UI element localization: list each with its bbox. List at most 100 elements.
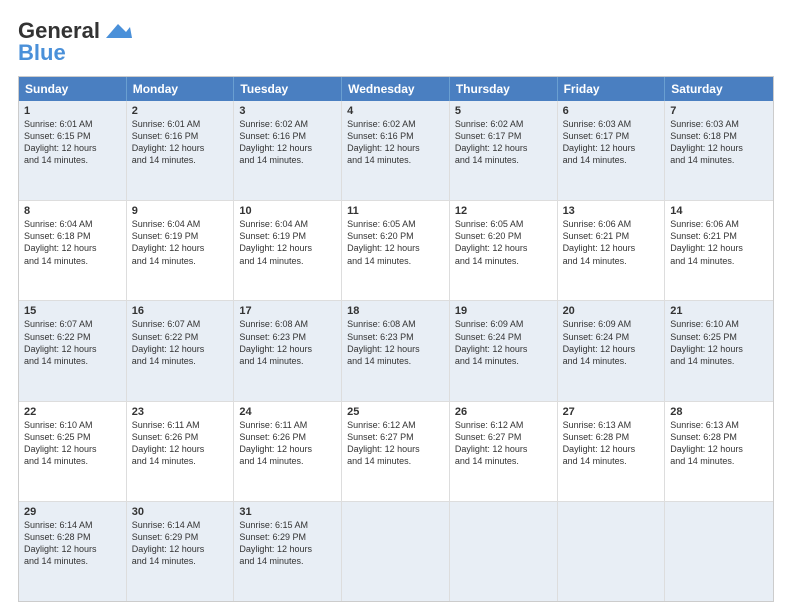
cell-details: Sunrise: 6:13 AMSunset: 6:28 PMDaylight:… — [670, 419, 768, 468]
cal-header-saturday: Saturday — [665, 77, 773, 101]
day-number: 23 — [132, 406, 229, 418]
logo: General Blue — [18, 18, 134, 66]
cal-cell-1-1: 9Sunrise: 6:04 AMSunset: 6:19 PMDaylight… — [127, 201, 235, 300]
cal-header-friday: Friday — [558, 77, 666, 101]
cal-cell-0-1: 2Sunrise: 6:01 AMSunset: 6:16 PMDaylight… — [127, 101, 235, 200]
day-number: 30 — [132, 506, 229, 518]
cal-cell-1-4: 12Sunrise: 6:05 AMSunset: 6:20 PMDayligh… — [450, 201, 558, 300]
day-number: 18 — [347, 305, 444, 317]
logo-text-blue: Blue — [18, 40, 66, 66]
cell-details: Sunrise: 6:11 AMSunset: 6:26 PMDaylight:… — [239, 419, 336, 468]
cal-cell-0-6: 7Sunrise: 6:03 AMSunset: 6:18 PMDaylight… — [665, 101, 773, 200]
cal-cell-3-3: 25Sunrise: 6:12 AMSunset: 6:27 PMDayligh… — [342, 402, 450, 501]
cell-details: Sunrise: 6:06 AMSunset: 6:21 PMDaylight:… — [563, 218, 660, 267]
cal-cell-4-3 — [342, 502, 450, 601]
cal-cell-2-0: 15Sunrise: 6:07 AMSunset: 6:22 PMDayligh… — [19, 301, 127, 400]
calendar-body: 1Sunrise: 6:01 AMSunset: 6:15 PMDaylight… — [19, 101, 773, 601]
logo-icon — [104, 20, 134, 42]
cal-header-thursday: Thursday — [450, 77, 558, 101]
cal-cell-1-6: 14Sunrise: 6:06 AMSunset: 6:21 PMDayligh… — [665, 201, 773, 300]
cal-row-3: 22Sunrise: 6:10 AMSunset: 6:25 PMDayligh… — [19, 402, 773, 502]
cal-header-tuesday: Tuesday — [234, 77, 342, 101]
day-number: 22 — [24, 406, 121, 418]
cal-cell-1-0: 8Sunrise: 6:04 AMSunset: 6:18 PMDaylight… — [19, 201, 127, 300]
calendar-header: SundayMondayTuesdayWednesdayThursdayFrid… — [19, 77, 773, 101]
cell-details: Sunrise: 6:14 AMSunset: 6:28 PMDaylight:… — [24, 519, 121, 568]
cell-details: Sunrise: 6:15 AMSunset: 6:29 PMDaylight:… — [239, 519, 336, 568]
cell-details: Sunrise: 6:05 AMSunset: 6:20 PMDaylight:… — [455, 218, 552, 267]
day-number: 17 — [239, 305, 336, 317]
day-number: 1 — [24, 105, 121, 117]
cal-cell-3-4: 26Sunrise: 6:12 AMSunset: 6:27 PMDayligh… — [450, 402, 558, 501]
cal-cell-1-2: 10Sunrise: 6:04 AMSunset: 6:19 PMDayligh… — [234, 201, 342, 300]
cal-cell-2-5: 20Sunrise: 6:09 AMSunset: 6:24 PMDayligh… — [558, 301, 666, 400]
cal-cell-0-2: 3Sunrise: 6:02 AMSunset: 6:16 PMDaylight… — [234, 101, 342, 200]
cal-cell-4-4 — [450, 502, 558, 601]
day-number: 26 — [455, 406, 552, 418]
cell-details: Sunrise: 6:07 AMSunset: 6:22 PMDaylight:… — [132, 318, 229, 367]
day-number: 27 — [563, 406, 660, 418]
cell-details: Sunrise: 6:03 AMSunset: 6:18 PMDaylight:… — [670, 118, 768, 167]
day-number: 25 — [347, 406, 444, 418]
day-number: 24 — [239, 406, 336, 418]
cal-cell-0-4: 5Sunrise: 6:02 AMSunset: 6:17 PMDaylight… — [450, 101, 558, 200]
cal-cell-2-1: 16Sunrise: 6:07 AMSunset: 6:22 PMDayligh… — [127, 301, 235, 400]
day-number: 5 — [455, 105, 552, 117]
cell-details: Sunrise: 6:08 AMSunset: 6:23 PMDaylight:… — [347, 318, 444, 367]
day-number: 2 — [132, 105, 229, 117]
day-number: 15 — [24, 305, 121, 317]
cal-cell-4-0: 29Sunrise: 6:14 AMSunset: 6:28 PMDayligh… — [19, 502, 127, 601]
cell-details: Sunrise: 6:13 AMSunset: 6:28 PMDaylight:… — [563, 419, 660, 468]
cal-cell-3-5: 27Sunrise: 6:13 AMSunset: 6:28 PMDayligh… — [558, 402, 666, 501]
cal-header-wednesday: Wednesday — [342, 77, 450, 101]
cell-details: Sunrise: 6:10 AMSunset: 6:25 PMDaylight:… — [24, 419, 121, 468]
day-number: 14 — [670, 205, 768, 217]
cell-details: Sunrise: 6:04 AMSunset: 6:19 PMDaylight:… — [239, 218, 336, 267]
cal-cell-0-3: 4Sunrise: 6:02 AMSunset: 6:16 PMDaylight… — [342, 101, 450, 200]
day-number: 16 — [132, 305, 229, 317]
cell-details: Sunrise: 6:02 AMSunset: 6:16 PMDaylight:… — [239, 118, 336, 167]
day-number: 13 — [563, 205, 660, 217]
cell-details: Sunrise: 6:09 AMSunset: 6:24 PMDaylight:… — [455, 318, 552, 367]
day-number: 7 — [670, 105, 768, 117]
day-number: 21 — [670, 305, 768, 317]
day-number: 28 — [670, 406, 768, 418]
cal-cell-0-0: 1Sunrise: 6:01 AMSunset: 6:15 PMDaylight… — [19, 101, 127, 200]
day-number: 6 — [563, 105, 660, 117]
cal-header-sunday: Sunday — [19, 77, 127, 101]
day-number: 29 — [24, 506, 121, 518]
cal-cell-2-3: 18Sunrise: 6:08 AMSunset: 6:23 PMDayligh… — [342, 301, 450, 400]
cell-details: Sunrise: 6:10 AMSunset: 6:25 PMDaylight:… — [670, 318, 768, 367]
cell-details: Sunrise: 6:07 AMSunset: 6:22 PMDaylight:… — [24, 318, 121, 367]
cell-details: Sunrise: 6:03 AMSunset: 6:17 PMDaylight:… — [563, 118, 660, 167]
day-number: 10 — [239, 205, 336, 217]
cal-cell-2-2: 17Sunrise: 6:08 AMSunset: 6:23 PMDayligh… — [234, 301, 342, 400]
cell-details: Sunrise: 6:09 AMSunset: 6:24 PMDaylight:… — [563, 318, 660, 367]
calendar: SundayMondayTuesdayWednesdayThursdayFrid… — [18, 76, 774, 602]
cell-details: Sunrise: 6:08 AMSunset: 6:23 PMDaylight:… — [239, 318, 336, 367]
cal-cell-1-5: 13Sunrise: 6:06 AMSunset: 6:21 PMDayligh… — [558, 201, 666, 300]
cell-details: Sunrise: 6:02 AMSunset: 6:16 PMDaylight:… — [347, 118, 444, 167]
day-number: 3 — [239, 105, 336, 117]
day-number: 19 — [455, 305, 552, 317]
cell-details: Sunrise: 6:12 AMSunset: 6:27 PMDaylight:… — [455, 419, 552, 468]
cal-row-4: 29Sunrise: 6:14 AMSunset: 6:28 PMDayligh… — [19, 502, 773, 601]
cal-cell-3-1: 23Sunrise: 6:11 AMSunset: 6:26 PMDayligh… — [127, 402, 235, 501]
cal-cell-3-2: 24Sunrise: 6:11 AMSunset: 6:26 PMDayligh… — [234, 402, 342, 501]
cal-cell-0-5: 6Sunrise: 6:03 AMSunset: 6:17 PMDaylight… — [558, 101, 666, 200]
cal-row-0: 1Sunrise: 6:01 AMSunset: 6:15 PMDaylight… — [19, 101, 773, 201]
day-number: 8 — [24, 205, 121, 217]
cell-details: Sunrise: 6:06 AMSunset: 6:21 PMDaylight:… — [670, 218, 768, 267]
cal-cell-2-6: 21Sunrise: 6:10 AMSunset: 6:25 PMDayligh… — [665, 301, 773, 400]
header: General Blue — [18, 18, 774, 66]
cal-cell-3-0: 22Sunrise: 6:10 AMSunset: 6:25 PMDayligh… — [19, 402, 127, 501]
cal-cell-4-1: 30Sunrise: 6:14 AMSunset: 6:29 PMDayligh… — [127, 502, 235, 601]
cell-details: Sunrise: 6:04 AMSunset: 6:19 PMDaylight:… — [132, 218, 229, 267]
day-number: 11 — [347, 205, 444, 217]
cell-details: Sunrise: 6:11 AMSunset: 6:26 PMDaylight:… — [132, 419, 229, 468]
cal-row-2: 15Sunrise: 6:07 AMSunset: 6:22 PMDayligh… — [19, 301, 773, 401]
cell-details: Sunrise: 6:14 AMSunset: 6:29 PMDaylight:… — [132, 519, 229, 568]
day-number: 4 — [347, 105, 444, 117]
cell-details: Sunrise: 6:02 AMSunset: 6:17 PMDaylight:… — [455, 118, 552, 167]
cal-cell-1-3: 11Sunrise: 6:05 AMSunset: 6:20 PMDayligh… — [342, 201, 450, 300]
